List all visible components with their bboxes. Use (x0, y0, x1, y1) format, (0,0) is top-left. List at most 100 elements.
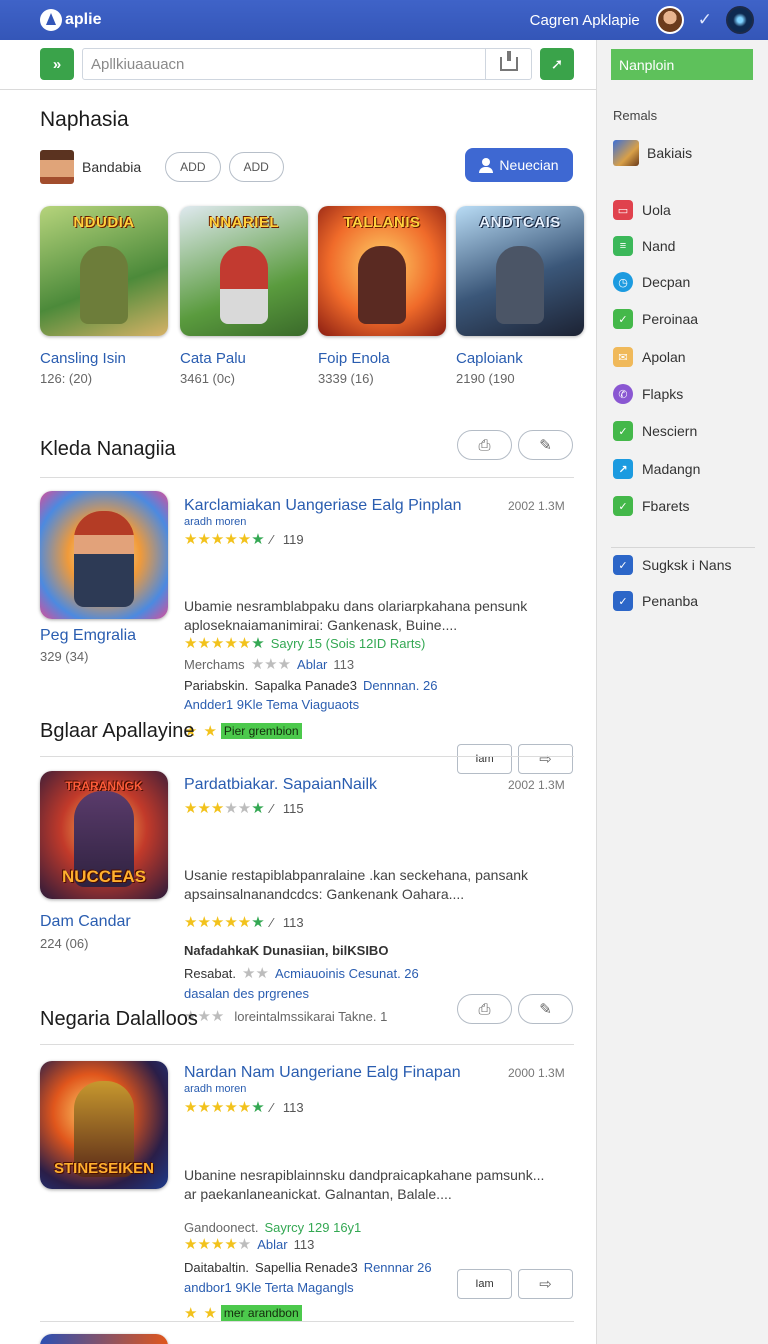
top-right-group: Cagren Apklapie ✓ (530, 0, 754, 40)
info-line: Gandoonect. Sayrcy 129 16y1 (184, 1220, 362, 1235)
sidebar-primary-button[interactable]: Nanploin (611, 49, 753, 80)
sidebar-item[interactable]: ✉ Apolan (613, 347, 686, 367)
app-meta: 224 (06) (40, 936, 89, 951)
app-description: apsainsalnanandcdcs: Gankenank Oahara...… (184, 886, 465, 902)
app-link[interactable]: dasalan des prgrenes (184, 986, 309, 1001)
sidebar-item[interactable]: ✓ Penanba (613, 591, 698, 611)
sidebar-item[interactable]: ✆ Flapks (613, 384, 683, 404)
app-title[interactable]: Nardan Nam Uangeriane Ealg Finapan (184, 1064, 461, 1082)
add-button[interactable]: ADD (228, 152, 284, 182)
install-button[interactable]: Iam (457, 744, 512, 774)
go-button[interactable]: ➚ (540, 48, 574, 80)
checkbox-icon[interactable]: ✓ (613, 555, 633, 575)
featured-card[interactable]: ANDTCAIS Caploiank 2190 (190 (456, 206, 584, 386)
game-title[interactable]: Cansling Isin (40, 350, 168, 367)
search-input[interactable] (91, 50, 471, 78)
divider (611, 547, 755, 548)
game-cover-image[interactable]: TALLANIS (318, 206, 446, 336)
inbox-icon[interactable]: ⎙ (457, 430, 512, 460)
sidebar-item[interactable]: ▭ Uola (613, 200, 671, 220)
app-link[interactable]: andbor1 9Kle Terta Magangls (184, 1280, 354, 1295)
game-cover-image[interactable]: NDUDIA (40, 206, 168, 336)
character-figure (358, 246, 406, 324)
app-description: Ubanine nesrapiblainnsku dandpraicapkaha… (184, 1167, 545, 1183)
add-button[interactable]: ADD (165, 152, 221, 182)
app-title[interactable]: Karclamiakan Uangeriase Ealg Pinplan (184, 497, 462, 515)
featured-card[interactable]: TALLANIS Foip Enola 3339 (16) (318, 206, 446, 386)
sidebar-item[interactable]: ≡ Nand (613, 236, 675, 256)
game-title[interactable]: Foip Enola (318, 350, 446, 367)
install-button[interactable]: Iam (457, 1269, 512, 1299)
game-meta: 3339 (16) (318, 371, 374, 386)
app-name[interactable]: Dam Candar (40, 913, 131, 931)
follow-button[interactable]: Neuecian (465, 148, 573, 182)
game-title[interactable]: Caploiank (456, 350, 584, 367)
game-cover-image[interactable]: NNARIEL (180, 206, 308, 336)
sidebar-item-label: Flapks (642, 386, 684, 402)
badge-line: ★ ★ Pier grembion (184, 723, 302, 739)
edit-icon[interactable]: ✎ (518, 430, 573, 460)
thumbnail-image (613, 140, 639, 166)
status-badge: Pier grembion (220, 723, 302, 739)
search-box (82, 48, 532, 80)
clock-icon: ◷ (613, 272, 633, 292)
sidebar-item[interactable]: ◷ Decpan (613, 272, 690, 292)
user-avatar[interactable] (40, 150, 74, 184)
sidebar-item-label: Fbarets (642, 498, 690, 514)
game-meta: 3461 (0c) (180, 371, 235, 386)
layout-icon: ▭ (613, 200, 633, 220)
info-line: Merchams ★★★ Ablar 113 (184, 656, 355, 673)
check-icon[interactable]: ✓ (698, 10, 712, 30)
sidebar-item-featured[interactable]: Bakiais (613, 140, 692, 166)
app-link[interactable]: Andder1 9Kle Tema Viaguaots (184, 697, 359, 712)
info-line: NafadahkaK Dunasiian, bilKSIBO (184, 943, 389, 958)
app-subtitle: aradh moren (184, 516, 247, 528)
info-line: Resabat. ★★ Acmiauoinis Cesunat. 26 (184, 965, 419, 982)
sidebar-item[interactable]: ✓ Peroinaa (613, 309, 698, 329)
sidebar-item-label: Apolan (642, 349, 686, 365)
app-icon-image[interactable]: STINESEIKEN (40, 1061, 168, 1189)
inbox-icon[interactable]: ⎙ (457, 994, 512, 1024)
sidebar-item[interactable]: ✓ Fbarets (613, 496, 689, 516)
app-icon-image[interactable] (40, 491, 168, 619)
sidebar-item-label: Bakiais (647, 145, 693, 161)
app-name[interactable]: Peg Emgralia (40, 627, 136, 645)
rating-stars: ★★★★★ ★ Sayry 15 (Sois 12ID Rarts) (184, 635, 426, 652)
rating-count: 113 (282, 1100, 304, 1115)
rating-stars: ★★★★★ ★ ⁄ 113 (184, 1099, 304, 1116)
checkbox-icon[interactable]: ✓ (613, 591, 633, 611)
featured-card[interactable]: NNARIEL Cata Palu 3461 (0c) (180, 206, 308, 386)
user-name[interactable]: Bandabia (82, 159, 141, 175)
expand-button[interactable]: » (40, 48, 74, 80)
game-cover-image[interactable]: ANDTCAIS (456, 206, 584, 336)
sidebar-item[interactable]: ✓ Nesciern (613, 421, 697, 441)
featured-card[interactable]: NDUDIA Cansling Isin 126: (20) (40, 206, 168, 386)
section-heading: Negaria Dalalloos (40, 1008, 198, 1030)
section-heading: Naphasia (40, 108, 129, 131)
app-title[interactable]: Pardatbiakar. SapaianNailk (184, 776, 377, 794)
game-title[interactable]: Cata Palu (180, 350, 308, 367)
share-button[interactable]: ⇨ (518, 744, 573, 774)
app-icon-image[interactable]: TRARANNGK NUCCEAS (40, 771, 168, 899)
divider (40, 1044, 574, 1045)
main-content: » ➚ Naphasia Bandabia ADD ADD Neuecian N… (0, 40, 596, 1344)
sidebar-item[interactable]: ↗ Madangn (613, 459, 700, 479)
character-figure (496, 246, 544, 324)
info-line: Daitabaltin. Sapellia Renade3 Rennnar 26 (184, 1260, 432, 1275)
user-avatar[interactable] (655, 6, 684, 34)
brand-logo[interactable]: aplie (40, 9, 101, 31)
edit-icon[interactable]: ✎ (518, 994, 573, 1024)
app-description: Ubamie nesramblabpaku dans olariarpkahan… (184, 598, 528, 614)
inbox-icon[interactable] (485, 49, 531, 79)
game-avatar[interactable] (726, 6, 754, 34)
sidebar-item[interactable]: ✓ Sugksk i Nans (613, 555, 731, 575)
share-button[interactable]: ⇨ (518, 1269, 573, 1299)
follow-button-label: Neuecian (499, 157, 559, 173)
sidebar-item-label: Uola (642, 202, 671, 218)
game-meta: 126: (20) (40, 371, 93, 386)
character-figure (80, 246, 128, 324)
app-icon-image[interactable] (40, 1334, 168, 1344)
divider (40, 756, 574, 757)
app-description: Usanie restapiblabpanralaine .kan seckeh… (184, 867, 529, 883)
account-title[interactable]: Cagren Apklapie (530, 12, 640, 29)
